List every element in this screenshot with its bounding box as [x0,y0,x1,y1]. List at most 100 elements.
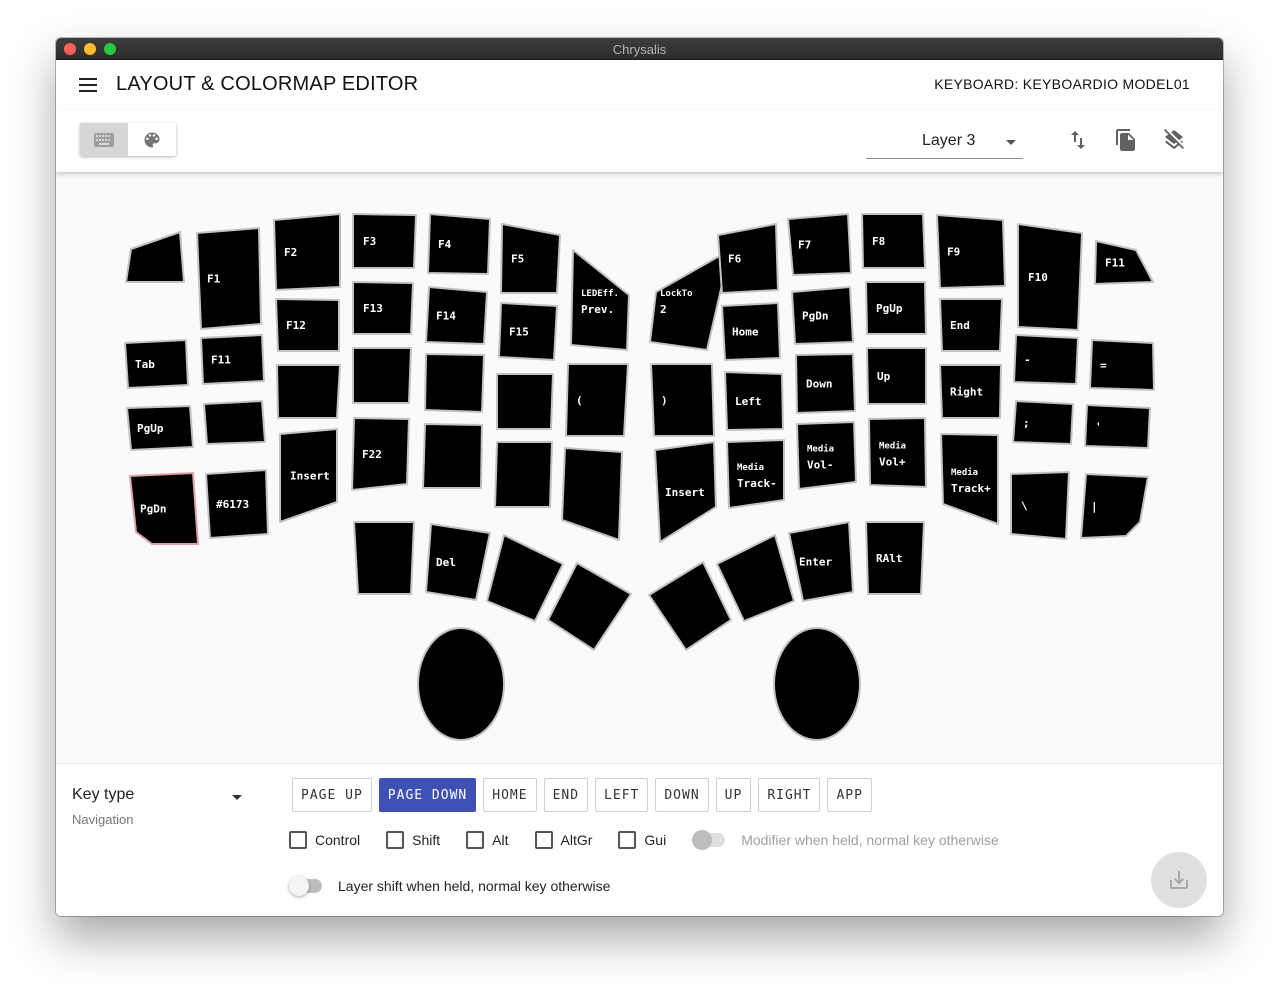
key-label: Media [951,467,978,478]
modifier-hold-switch[interactable] [692,830,726,850]
modifier-altgr[interactable]: AltGr [534,831,593,849]
key-value-button-page-up[interactable]: PAGE UP [292,778,372,812]
keyboard-layout: F1 F2 F3 F4 F5 LEDEff. Prev. Tab F11 F12 F13 F14 F15… [56,172,1223,764]
chevron-down-icon [232,795,242,800]
key-label: LockTo [660,289,693,299]
key-r-r3c4[interactable] [940,433,999,525]
modifier-row: Control Shift Alt AltGr Gui Modifier when hel… [289,828,999,852]
key-label: F3 [363,235,376,248]
key-label: F7 [798,239,811,252]
key-label: Media [807,444,834,455]
checkbox-gui[interactable] [618,831,637,849]
key-r-r3c5[interactable] [1010,471,1070,540]
key-l-r3c6[interactable] [561,447,623,541]
key-label: Right [950,386,983,399]
key-editor-panel: Key type Navigation PAGE UP PAGE DOWN HOME… [56,764,1223,916]
key-type-select[interactable]: Key type [72,786,244,814]
modifier-gui[interactable]: Gui [618,831,666,849]
key-label: - [1024,354,1031,367]
key-r-t0[interactable] [648,561,732,651]
key-l-t2[interactable] [486,534,564,622]
modifier-label: Shift [412,832,441,848]
keyboard-svg: F1 F2 F3 F4 F5 LEDEff. Prev. Tab F11 F12 F13 F14 F15… [124,213,1155,741]
layer-shift-label: Layer shift when held, normal key otherw… [338,878,611,894]
key-l-t0[interactable] [353,521,415,595]
key-label: Track- [737,477,777,490]
key-l-r2c1[interactable] [203,400,266,445]
page-title: LAYOUT & COLORMAP EDITOR [116,73,419,95]
key-r-r2c3[interactable] [866,347,927,405]
key-value-button-end[interactable]: END [543,778,589,812]
key-value-button-page-down[interactable]: PAGE DOWN [378,778,477,812]
key-r-t1[interactable] [716,534,795,622]
modifier-control[interactable]: Control [289,831,360,849]
checkbox-altgr[interactable] [534,831,553,849]
key-label: Home [732,326,759,339]
modifier-shift[interactable]: Shift [386,831,440,849]
colormap-mode-button[interactable] [128,123,176,156]
key-label: F5 [511,253,524,266]
key-l-r2c3[interactable] [352,347,412,404]
key-label: PgUp [876,302,903,315]
checkbox-shift[interactable] [386,831,405,849]
key-label: F1 [207,273,221,286]
key-label: F2 [284,246,297,259]
key-r-r0c0[interactable] [649,249,731,351]
app-bar: LAYOUT & COLORMAP EDITOR KEYBOARD: KEYBO… [56,60,1223,110]
key-label: F4 [438,238,452,251]
key-r-r3c1[interactable] [726,439,785,509]
clear-layers-icon[interactable] [1162,128,1186,152]
layer-shift-switch[interactable] [289,876,323,896]
save-changes-button[interactable] [1151,852,1207,908]
checkbox-alt[interactable] [466,831,485,849]
key-l-r2c2[interactable] [276,364,341,419]
key-label: Media [737,462,764,473]
checkbox-control[interactable] [289,831,307,849]
key-l-t3[interactable] [547,562,632,651]
save-alt-icon [1170,871,1188,889]
key-value-button-home[interactable]: HOME [483,778,537,812]
key-l-r0c0[interactable] [125,231,185,283]
key-value-button-left[interactable]: LEFT [595,778,649,812]
palm-key-r-palm[interactable] [773,627,861,741]
key-l-r2c4[interactable] [424,353,485,413]
keyboard-icon [94,132,114,147]
mode-toggle-group [80,123,176,156]
key-l-r3c5[interactable] [494,441,553,508]
key-value-button-up[interactable]: UP [715,778,752,812]
key-l-r3c4[interactable] [422,423,483,489]
key-label: 2 [660,303,667,316]
key-r-r3c2[interactable] [796,421,857,490]
key-value-button-down[interactable]: DOWN [655,778,709,812]
key-label: Del [436,556,456,569]
key-l-r0c6[interactable] [570,249,630,351]
key-label: #6173 [216,498,249,511]
key-label: Insert [290,470,330,483]
key-l-r1c3[interactable] [352,281,414,335]
key-l-r0c5[interactable] [500,223,561,294]
key-r-r3c3[interactable] [868,417,927,488]
modifier-label: AltGr [560,832,593,848]
key-label: PgDn [802,310,829,323]
swap-vert-icon[interactable] [1066,128,1090,152]
menu-icon[interactable] [79,78,97,92]
layer-select[interactable]: Layer 3 [866,125,1023,159]
key-value-button-app[interactable]: APP [827,778,872,812]
palm-key-l-palm[interactable] [417,627,505,741]
key-label: F15 [509,326,529,339]
key-label: Media [879,441,906,452]
key-label: F8 [872,235,885,248]
key-l-r2c5[interactable] [496,373,554,430]
key-value-button-right[interactable]: RIGHT [758,778,821,812]
layout-mode-button[interactable] [80,123,128,156]
key-label: = [1100,359,1107,372]
key-label: \ [1021,500,1028,513]
modifier-alt[interactable]: Alt [466,831,509,849]
key-label: Down [806,378,833,391]
modifier-label: Gui [644,832,667,848]
chevron-down-icon [1006,140,1016,145]
key-r-r2c5[interactable] [1012,400,1074,445]
copy-icon[interactable] [1114,128,1138,152]
key-label: F11 [1105,257,1125,270]
key-r-r0c1[interactable] [717,223,779,294]
